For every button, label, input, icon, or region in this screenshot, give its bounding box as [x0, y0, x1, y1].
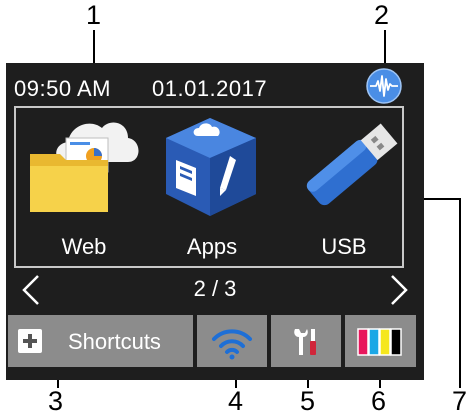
apps-cube-icon — [166, 118, 256, 216]
wave-icon — [366, 68, 402, 104]
app-label-apps: Apps — [186, 234, 238, 259]
callout-3: 3 — [48, 386, 64, 416]
status-time: 09:50 AM — [14, 76, 111, 101]
callout-1: 1 — [86, 0, 102, 30]
wifi-button[interactable] — [197, 315, 267, 367]
page-navigation: 2 / 3 — [6, 272, 424, 308]
wifi-icon — [212, 329, 252, 360]
callout-4: 4 — [228, 386, 244, 416]
app-label-web: Web — [61, 234, 107, 259]
app-label-usb: USB — [321, 234, 367, 259]
app-tile-usb[interactable]: USB — [284, 112, 404, 262]
page-indicator: 2 / 3 — [193, 276, 237, 301]
web-folder-cloud-icon — [30, 122, 139, 212]
shortcuts-label: Shortcuts — [68, 329, 161, 354]
status-date: 01.01.2017 — [152, 76, 268, 101]
wireless-status-icon[interactable] — [366, 68, 402, 104]
callout-7: 7 — [452, 386, 468, 416]
plus-icon — [18, 329, 42, 353]
app-tile-apps[interactable]: Apps — [152, 112, 272, 262]
shortcuts-button[interactable]: Shortcuts — [8, 315, 193, 367]
callout-2: 2 — [374, 0, 390, 30]
toner-icon — [357, 328, 402, 356]
toner-button[interactable] — [345, 315, 416, 367]
callout-6: 6 — [371, 386, 387, 416]
app-tile-web[interactable]: Web — [24, 112, 144, 262]
next-page-button[interactable] — [384, 272, 414, 308]
tools-icon — [294, 329, 316, 355]
chevron-right-icon — [391, 275, 408, 305]
settings-button[interactable] — [271, 315, 341, 367]
callout-7-line-v — [459, 198, 461, 388]
callout-5: 5 — [300, 386, 316, 416]
usb-drive-icon — [306, 123, 398, 206]
